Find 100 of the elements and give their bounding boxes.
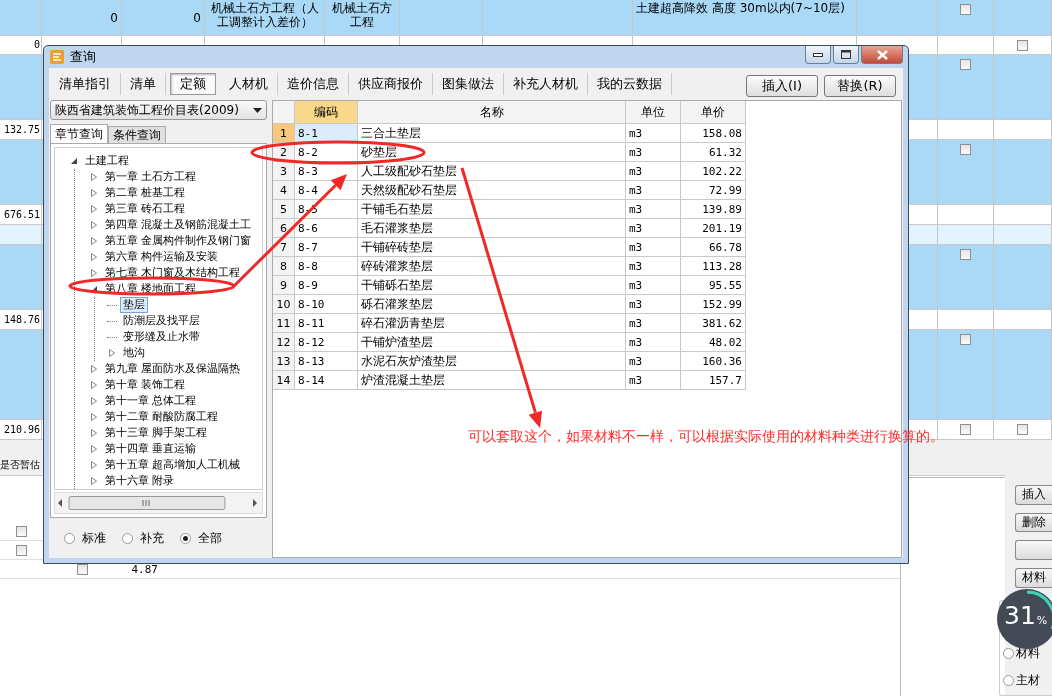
tree-item[interactable]: 第十五章 超高增加人工机械 xyxy=(102,457,244,473)
checkbox[interactable] xyxy=(960,59,971,70)
expand-icon[interactable] xyxy=(89,380,99,390)
expand-icon[interactable] xyxy=(89,364,99,374)
column-header[interactable]: 名称 xyxy=(358,101,626,124)
collapse-icon[interactable] xyxy=(69,156,79,166)
expand-icon[interactable] xyxy=(89,412,99,422)
tree-item[interactable]: 第十一章 总体工程 xyxy=(102,393,200,409)
tree-item[interactable]: 第三章 砖石工程 xyxy=(102,201,189,217)
table-cell: 土建超高降效 高度 30m以内(7~10层) xyxy=(636,1,845,15)
expand-icon[interactable] xyxy=(89,252,99,262)
expand-icon[interactable] xyxy=(89,428,99,438)
catalog-dropdown[interactable]: 陕西省建筑装饰工程价目表(2009) xyxy=(50,100,267,120)
tab[interactable]: 造价信息 xyxy=(278,72,349,95)
expand-icon[interactable] xyxy=(107,348,117,358)
tab[interactable]: 补充人材机 xyxy=(504,72,588,95)
table-cell: 炉渣混凝土垫层 xyxy=(358,371,626,390)
maximize-button[interactable] xyxy=(833,46,859,64)
table-cell: m3 xyxy=(626,219,681,238)
row-number: 9 xyxy=(273,276,295,295)
expand-icon[interactable] xyxy=(89,172,99,182)
radio-button[interactable] xyxy=(1003,675,1014,686)
tab[interactable]: 章节查询 xyxy=(50,124,108,143)
tab[interactable]: 清单 xyxy=(121,72,166,95)
blank-button[interactable] xyxy=(1015,540,1052,560)
checkbox[interactable] xyxy=(960,334,971,345)
tree-item[interactable]: 第十六章 附录 xyxy=(102,473,178,489)
row-number: 10 xyxy=(273,295,295,314)
radio-button[interactable] xyxy=(1003,648,1014,659)
action-button[interactable]: 插入(I) xyxy=(746,75,818,97)
tree-item[interactable]: 第一章 土石方工程 xyxy=(102,169,200,185)
tree-item[interactable]: 第十三章 脚手架工程 xyxy=(102,425,211,441)
radio-button[interactable] xyxy=(122,532,133,544)
table-cell: m3 xyxy=(626,162,681,181)
row-number: 13 xyxy=(273,352,295,371)
side-button[interactable]: 材料 xyxy=(1015,568,1052,588)
table-cell: 8-12 xyxy=(295,333,358,352)
action-button[interactable]: 替换(R) xyxy=(824,75,896,97)
radio-button[interactable] xyxy=(64,532,75,544)
row-number: 1 xyxy=(273,124,295,143)
table-cell: 毛石灌浆垫层 xyxy=(358,219,626,238)
tab[interactable]: 图集做法 xyxy=(433,72,504,95)
expand-icon[interactable] xyxy=(89,460,99,470)
tree-item[interactable]: 变形缝及止水带 xyxy=(120,329,203,345)
checkbox[interactable] xyxy=(1017,39,1028,51)
tree-item[interactable]: 第九章 屋面防水及保温隔热 xyxy=(102,361,244,377)
tab[interactable]: 我的云数据 xyxy=(588,72,672,95)
tree-item[interactable]: 第十二章 耐酸防腐工程 xyxy=(102,409,222,425)
minimize-icon xyxy=(813,51,823,58)
radio-button[interactable] xyxy=(180,532,191,544)
tree-item[interactable]: 第二章 桩基工程 xyxy=(102,185,189,201)
tree-item[interactable]: 第十四章 垂直运输 xyxy=(102,441,200,457)
expand-icon[interactable] xyxy=(89,268,99,278)
tree-item[interactable]: 垫层 xyxy=(120,297,148,313)
close-button[interactable] xyxy=(861,46,903,64)
checkbox[interactable] xyxy=(960,4,971,15)
column-header: 是否暂估 xyxy=(0,459,40,471)
tab[interactable]: 清单指引 xyxy=(50,72,121,95)
row-number: 5 xyxy=(273,200,295,219)
column-header[interactable]: 单位 xyxy=(626,101,681,124)
tab[interactable]: 定额 xyxy=(170,72,216,95)
minimize-button[interactable] xyxy=(805,46,831,64)
table-cell: 干铺毛石垫层 xyxy=(358,200,626,219)
tab[interactable]: 供应商报价 xyxy=(349,72,433,95)
table-cell: 8-2 xyxy=(295,143,358,162)
side-button[interactable]: 插入 xyxy=(1015,485,1052,505)
tree-item[interactable]: 防潮层及找平层 xyxy=(120,313,203,329)
side-button[interactable]: 删除 xyxy=(1015,512,1052,533)
checkbox[interactable] xyxy=(15,525,27,537)
expand-icon[interactable] xyxy=(89,396,99,406)
checkbox[interactable] xyxy=(960,144,971,155)
column-header[interactable]: 单价 xyxy=(681,101,746,124)
tree-item[interactable]: 第六章 构件运输及安装 xyxy=(102,249,222,265)
table-cell: 8-7 xyxy=(295,238,358,257)
tree-item[interactable]: 第四章 混凝土及钢筋混凝土工 xyxy=(102,217,255,233)
row-number: 4 xyxy=(273,181,295,200)
tab[interactable]: 人材机 xyxy=(220,72,278,95)
checkbox[interactable] xyxy=(76,563,88,575)
table-cell: 210.96 xyxy=(3,422,40,437)
radio-label: 材料 xyxy=(1016,645,1040,662)
table-cell: m3 xyxy=(626,200,681,219)
tree-item[interactable]: 第十章 装饰工程 xyxy=(102,377,189,393)
tree-item[interactable]: 土建工程 xyxy=(82,153,132,169)
checkbox[interactable] xyxy=(1017,424,1028,435)
table-cell: m3 xyxy=(626,238,681,257)
horizontal-scrollbar[interactable] xyxy=(54,492,263,514)
expand-icon[interactable] xyxy=(89,188,99,198)
checkbox[interactable] xyxy=(960,249,971,260)
table-cell: m3 xyxy=(626,181,681,200)
checkbox[interactable] xyxy=(960,424,971,435)
tree-item[interactable]: 第五章 金属构件制作及钢门窗 xyxy=(102,233,255,249)
checkbox[interactable] xyxy=(15,544,27,556)
column-header[interactable]: 编码 xyxy=(295,101,358,124)
expand-icon[interactable] xyxy=(89,220,99,230)
close-icon xyxy=(876,49,888,60)
tree-item[interactable]: 第七章 木门窗及木结构工程 xyxy=(102,265,244,281)
table-cell: 干铺砾石垫层 xyxy=(358,276,626,295)
tree-item[interactable]: 地沟 xyxy=(120,345,148,361)
tab[interactable]: 条件查询 xyxy=(108,126,166,143)
dropdown-value: 陕西省建筑装饰工程价目表(2009) xyxy=(55,101,239,119)
